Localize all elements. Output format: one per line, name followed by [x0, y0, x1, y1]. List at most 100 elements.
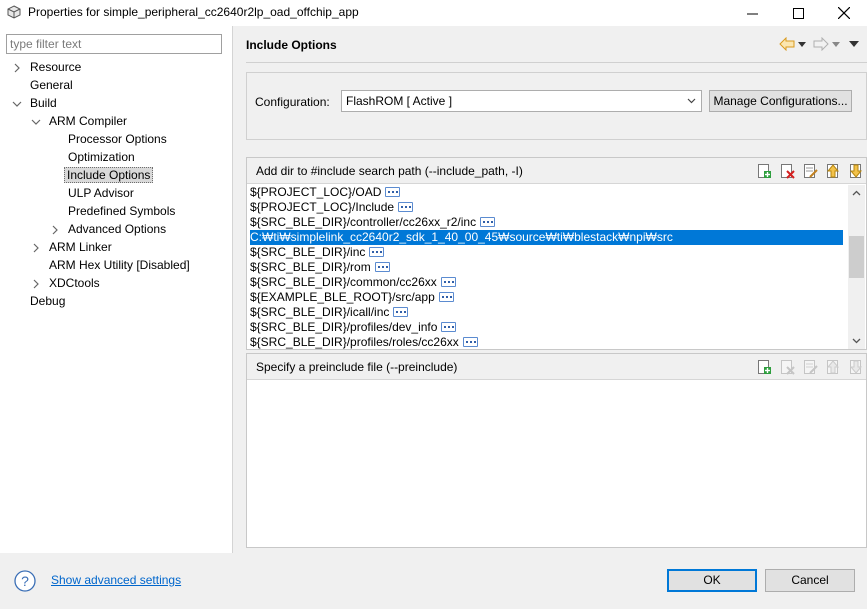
- edit-preinclude-button[interactable]: [801, 359, 818, 375]
- tree-item-include-options[interactable]: Include Options: [64, 167, 154, 184]
- filter-input[interactable]: [6, 34, 222, 54]
- include-path-row[interactable]: ${SRC_BLE_DIR}/inc: [250, 245, 843, 260]
- tree-label: XDCtools: [49, 276, 100, 290]
- svg-text:?: ?: [21, 573, 29, 589]
- forward-dropdown[interactable]: [831, 36, 841, 52]
- include-path-row[interactable]: ${EXAMPLE_BLE_ROOT}/src/app: [250, 290, 843, 305]
- include-path-text: ${SRC_BLE_DIR}/icall/inc: [250, 305, 390, 319]
- move-down-preinclude-button[interactable]: [847, 359, 864, 375]
- include-path-text: ${PROJECT_LOC}/OAD: [250, 185, 382, 199]
- add-icon: [757, 360, 771, 374]
- help-icon[interactable]: ?: [14, 570, 36, 592]
- tree-item-arm-hex-utility[interactable]: ARM Hex Utility [Disabled]: [47, 257, 192, 274]
- tree-item-processor-options[interactable]: Processor Options: [66, 131, 169, 148]
- include-path-list[interactable]: ${PROJECT_LOC}/OAD ${PROJECT_LOC}/Include…: [248, 185, 843, 349]
- include-path-row[interactable]: ${SRC_BLE_DIR}/controller/cc26xx_r2/inc: [250, 215, 843, 230]
- delete-preinclude-button[interactable]: [778, 359, 795, 375]
- tree-label: Processor Options: [68, 132, 167, 146]
- history-nav: [779, 35, 859, 53]
- minimize-icon: [746, 13, 758, 14]
- caret-down-icon: [832, 41, 840, 47]
- more-icon[interactable]: [385, 186, 401, 197]
- tree-item-predefined-symbols[interactable]: Predefined Symbols: [66, 203, 177, 220]
- more-icon[interactable]: [398, 201, 414, 212]
- close-button[interactable]: [821, 0, 867, 26]
- show-advanced-settings-link[interactable]: Show advanced settings: [51, 573, 181, 587]
- include-path-row[interactable]: ${SRC_BLE_DIR}/rom: [250, 260, 843, 275]
- scroll-down-icon[interactable]: [851, 335, 862, 346]
- scroll-thumb[interactable]: [849, 236, 864, 278]
- move-down-icon: [849, 164, 862, 178]
- scroll-up-icon[interactable]: [851, 188, 862, 199]
- preinclude-list[interactable]: [247, 381, 866, 547]
- tree-label: ARM Linker: [49, 240, 112, 254]
- configuration-select[interactable]: FlashROM [ Active ]: [341, 90, 702, 112]
- configuration-value: FlashROM [ Active ]: [346, 94, 453, 108]
- back-dropdown[interactable]: [797, 36, 807, 52]
- include-path-text: C:₩ti₩simplelink_cc2640r2_sdk_1_40_00_45…: [250, 230, 673, 244]
- move-down-button[interactable]: [847, 163, 864, 179]
- more-icon[interactable]: [462, 336, 478, 347]
- tree-item-debug[interactable]: Debug: [28, 293, 67, 310]
- include-path-text: ${SRC_BLE_DIR}/profiles/roles/cc26xx: [250, 335, 459, 349]
- arrow-right-icon: [813, 37, 829, 51]
- include-path-text: ${PROJECT_LOC}/Include: [250, 200, 395, 214]
- include-path-row[interactable]: ${PROJECT_LOC}/Include: [250, 200, 843, 215]
- include-path-text: ${SRC_BLE_DIR}/rom: [250, 260, 371, 274]
- include-path-row[interactable]: ${SRC_BLE_DIR}/profiles/dev_info: [250, 320, 843, 335]
- delete-path-button[interactable]: [778, 163, 795, 179]
- include-path-scrollbar[interactable]: [848, 185, 865, 349]
- more-icon[interactable]: [441, 321, 457, 332]
- title-bar: Properties for simple_peripheral_cc2640r…: [0, 0, 867, 26]
- edit-icon: [803, 360, 818, 374]
- more-icon[interactable]: [480, 216, 496, 227]
- include-path-row[interactable]: ${PROJECT_LOC}/OAD: [250, 185, 843, 200]
- chevron-down-icon[interactable]: [12, 99, 22, 109]
- arrow-left-icon: [779, 37, 795, 51]
- more-icon[interactable]: [374, 261, 390, 272]
- chevron-down-icon[interactable]: [31, 117, 41, 127]
- maximize-button[interactable]: [775, 0, 821, 26]
- app-icon: [7, 5, 21, 19]
- tree-item-optimization[interactable]: Optimization: [66, 149, 137, 166]
- cancel-button[interactable]: Cancel: [765, 569, 855, 592]
- add-icon: [757, 164, 771, 178]
- include-path-row[interactable]: C:₩ti₩simplelink_cc2640r2_sdk_1_40_00_45…: [250, 230, 843, 245]
- move-down-icon: [849, 360, 862, 374]
- preinclude-panel: Specify a preinclude file (--preinclude): [246, 353, 867, 548]
- ok-button[interactable]: OK: [667, 569, 757, 592]
- more-icon[interactable]: [438, 291, 454, 302]
- move-up-icon: [826, 360, 839, 374]
- menu-caret-icon: [849, 41, 859, 47]
- include-path-row[interactable]: ${SRC_BLE_DIR}/icall/inc: [250, 305, 843, 320]
- tree-label: Predefined Symbols: [68, 204, 176, 218]
- move-up-preinclude-button[interactable]: [824, 359, 841, 375]
- tree-item-general[interactable]: General: [28, 77, 75, 94]
- add-preinclude-button[interactable]: [755, 359, 772, 375]
- chevron-right-icon[interactable]: [50, 225, 60, 235]
- tree-item-ulp-advisor[interactable]: ULP Advisor: [66, 185, 136, 202]
- edit-path-button[interactable]: [801, 163, 818, 179]
- chevron-right-icon[interactable]: [31, 243, 41, 253]
- more-icon[interactable]: [440, 276, 456, 287]
- chevron-right-icon[interactable]: [31, 279, 41, 289]
- add-path-button[interactable]: [755, 163, 772, 179]
- include-path-row[interactable]: ${SRC_BLE_DIR}/profiles/roles/cc26xx: [250, 335, 843, 349]
- view-menu-button[interactable]: [849, 36, 859, 52]
- more-icon[interactable]: [393, 306, 409, 317]
- preinclude-toolbar: [755, 359, 864, 375]
- move-up-button[interactable]: [824, 163, 841, 179]
- include-path-toolbar: [755, 163, 864, 179]
- include-path-row[interactable]: ${SRC_BLE_DIR}/common/cc26xx: [250, 275, 843, 290]
- tree-label: ULP Advisor: [68, 186, 134, 200]
- more-icon[interactable]: [369, 246, 385, 257]
- maximize-icon: [792, 7, 804, 19]
- back-button[interactable]: [779, 36, 795, 52]
- delete-icon: [780, 164, 795, 179]
- minimize-button[interactable]: [729, 0, 775, 26]
- forward-button[interactable]: [813, 36, 829, 52]
- manage-configurations-button[interactable]: Manage Configurations...: [709, 90, 852, 112]
- include-path-title: Add dir to #include search path (--inclu…: [256, 164, 523, 178]
- chevron-right-icon[interactable]: [12, 63, 22, 73]
- header-separator: [246, 62, 867, 63]
